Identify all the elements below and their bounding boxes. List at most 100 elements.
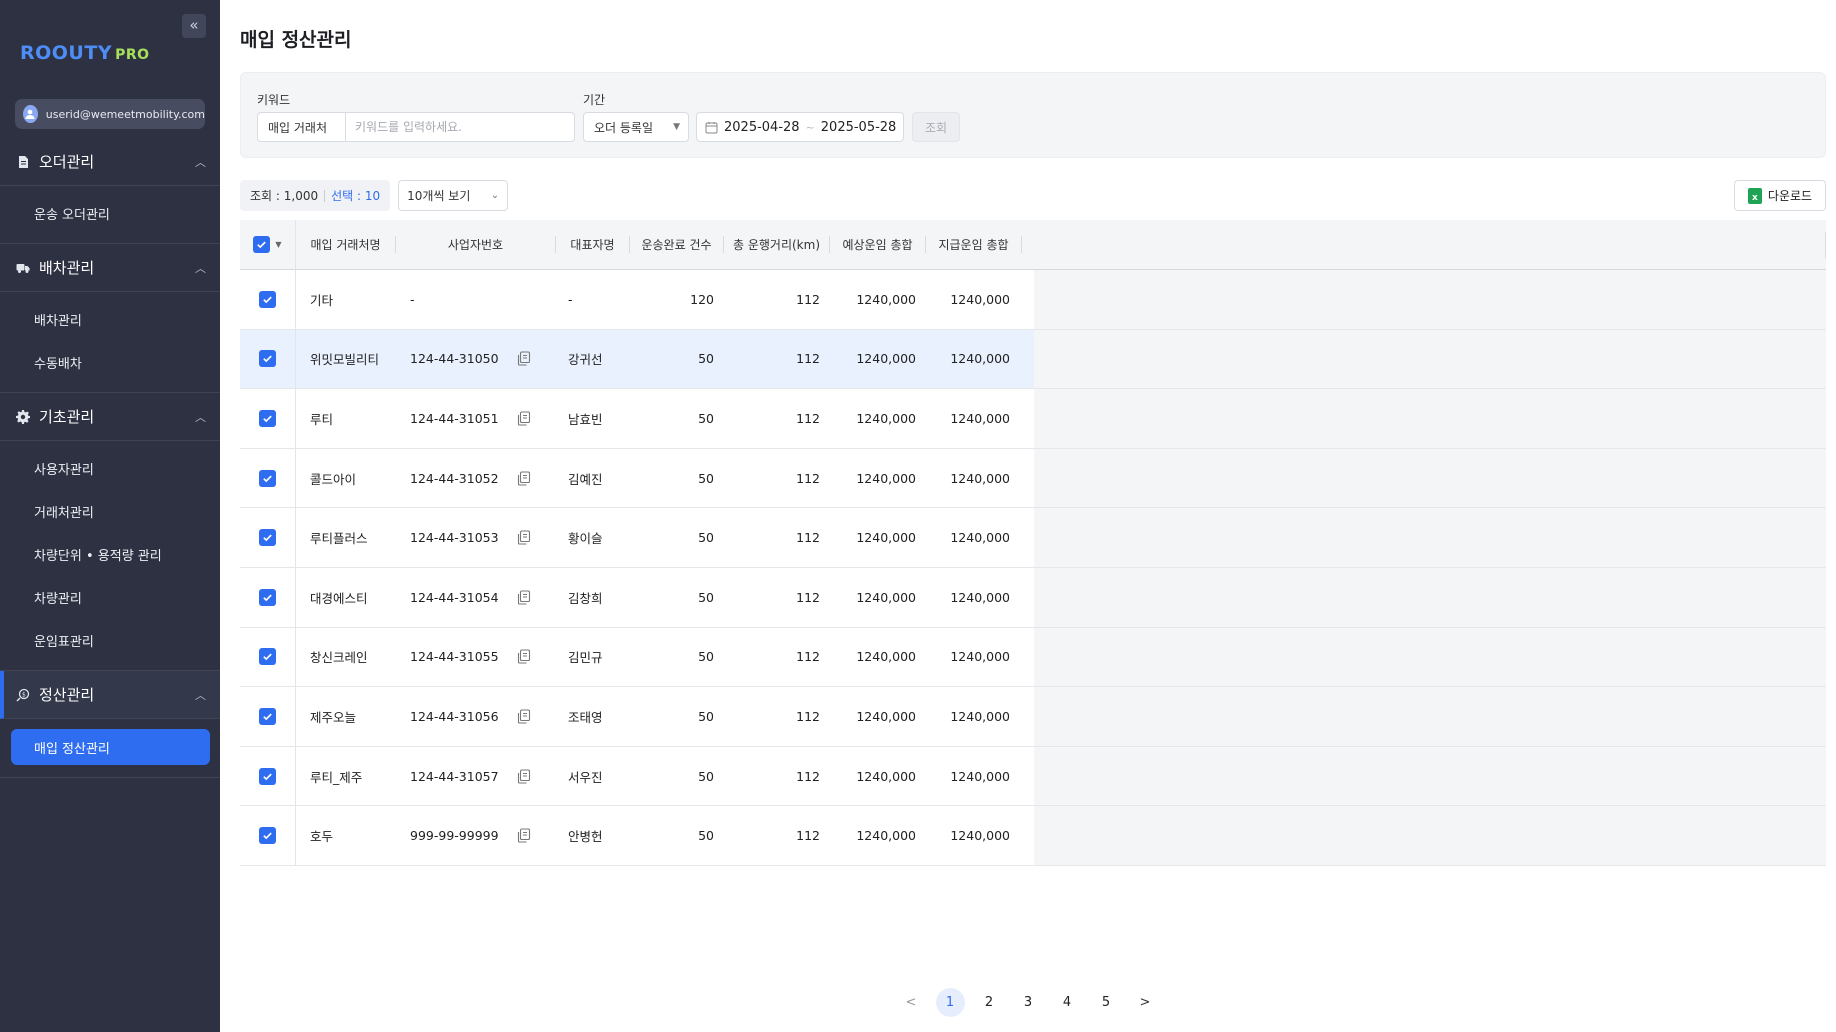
cell-name: 창신크레인 [310,650,368,666]
cell-paid-fare: 1240,000 [950,649,1010,665]
table-row[interactable]: 대경에스티 124-44-31054 김창희 50 112 1240,000 1240,00… [240,567,1826,628]
keyword-input[interactable] [346,113,574,141]
nav-section-header[interactable]: 오더관리 ︿ [0,138,220,186]
collapse-sidebar-icon[interactable]: « [182,14,206,38]
cell-expected-fare: 1240,000 [856,291,916,307]
copy-icon[interactable] [517,471,531,486]
page-size-select[interactable]: 10개씩 보기 ⌄ [398,180,509,211]
row-checkbox[interactable] [259,290,276,308]
table-row[interactable]: 루티플러스 124-44-31053 황이슬 50 112 1240,000 1240,00… [240,508,1826,568]
table-row[interactable]: 제주오늘 124-44-31056 조태영 50 112 1240,000 1240,000 [240,687,1826,747]
nav-section: 배차관리 ︿ 배차관리 수동배차 [0,244,220,393]
logo[interactable]: ROOUTY PRO [20,42,150,64]
col-header-completed[interactable]: 운송완료 건수 [630,236,724,253]
chevron-up-icon[interactable]: ︿ [195,687,206,703]
cell-completed: 50 [698,589,714,605]
sidebar-item[interactable]: 매입 정산관리 [11,729,210,765]
nav-section-header[interactable]: 기초관리 ︿ [0,393,220,441]
row-checkbox-cell[interactable] [240,687,296,746]
sidebar-item[interactable]: 수동배차 [0,341,220,384]
row-checkbox-cell[interactable] [240,627,296,687]
nav-section-label: 오더관리 [39,153,95,171]
download-button[interactable]: x 다운로드 [1734,180,1826,211]
search-button[interactable]: 조회 [912,112,960,142]
row-checkbox[interactable] [259,648,276,666]
date-range-picker[interactable]: 2025-04-28 ~ 2025-05-28 [696,112,904,142]
header-checkbox-cell[interactable]: ▼ [240,220,296,269]
biz-number-text: 124-44-31056 [410,708,499,724]
table-row[interactable]: 위밋모빌리티 124-44-31050 강귀선 50 112 1240,000 1240,0… [240,329,1826,390]
sidebar-item[interactable]: 운송 오더관리 [0,192,220,235]
select-all-checkbox[interactable] [253,236,271,253]
row-checkbox-cell[interactable] [240,270,296,329]
sidebar-item[interactable]: 사용자관리 [0,447,220,490]
nav-section-header[interactable]: $ 정산관리 ︿ [0,671,220,719]
row-checkbox-cell[interactable] [240,389,296,448]
col-header-ceo[interactable]: 대표자명 [556,236,630,253]
row-checkbox-cell[interactable] [240,567,296,627]
sidebar-item[interactable]: 차량관리 [0,576,220,619]
table-empty-area [1034,329,1826,389]
copy-icon[interactable] [517,590,531,605]
col-header-paid-fare[interactable]: 지급운임 총합 [926,236,1022,253]
chevron-up-icon[interactable]: ︿ [195,154,206,170]
row-checkbox-cell[interactable] [240,329,296,389]
copy-icon[interactable] [517,411,531,426]
chevron-up-icon[interactable]: ︿ [195,409,206,425]
page-number[interactable]: 2 [975,988,1004,1017]
col-header-name[interactable]: 매입 거래처명 [296,236,396,253]
row-checkbox-cell[interactable] [240,746,296,806]
svg-text:$: $ [22,691,26,698]
next-page-icon[interactable]: > [1131,988,1160,1017]
chevron-up-icon[interactable]: ︿ [195,260,206,276]
cell-distance: 112 [796,768,820,784]
period-type-select[interactable]: 오더 등록일 ▼ [583,112,689,142]
caret-down-icon[interactable]: ▼ [275,240,281,249]
row-checkbox[interactable] [259,767,276,785]
row-checkbox[interactable] [259,588,276,606]
row-checkbox-cell[interactable] [240,806,296,865]
row-checkbox[interactable] [259,827,276,845]
table-empty-area [1034,508,1826,567]
copy-icon[interactable] [517,768,531,784]
user-account-pill[interactable]: userid@wemeetmobility.com [15,99,205,129]
row-checkbox[interactable] [259,409,276,427]
cell-distance: 112 [796,708,820,724]
table-row[interactable]: 호두 999-99-99999 안병헌 50 112 1240,000 1240,000 [240,806,1826,866]
row-checkbox[interactable] [259,707,276,725]
col-header-distance[interactable]: 총 운행거리(km) [724,236,830,253]
sidebar-item[interactable]: 운임표관리 [0,619,220,662]
copy-icon[interactable] [517,649,531,664]
col-header-biz-number[interactable]: 사업자번호 [396,236,556,253]
cell-distance: 112 [796,828,820,844]
copy-icon[interactable] [517,828,531,843]
page-number[interactable]: 4 [1053,988,1082,1017]
copy-icon[interactable] [517,709,531,724]
row-checkbox-cell[interactable] [240,448,296,508]
table-row[interactable]: 루티_제주 124-44-31057 서우진 50 112 1240,000 1240,00… [240,746,1826,807]
col-header-expected-fare[interactable]: 예상운임 총합 [830,236,926,253]
sidebar-item[interactable]: 차량단위 • 용적량 관리 [0,533,220,576]
prev-page-icon[interactable]: < [897,988,926,1017]
cell-expected-fare: 1240,000 [856,470,916,486]
nav-section-header[interactable]: 배차관리 ︿ [0,244,220,292]
copy-icon[interactable] [517,351,531,366]
table-empty-area [1034,448,1826,508]
keyword-type-select[interactable]: 매입 거래처 [258,113,346,141]
page-number[interactable]: 1 [935,987,965,1017]
sidebar-item[interactable]: 거래처관리 [0,490,220,533]
row-checkbox[interactable] [259,469,276,487]
row-checkbox[interactable] [259,529,276,547]
table-row[interactable]: 루티 124-44-31051 남효빈 50 112 1240,000 1240,000 [240,389,1826,449]
table-row[interactable]: 기타 - - 120 112 1240,000 1240,000 [240,270,1826,330]
row-checkbox-cell[interactable] [240,508,296,567]
table-row[interactable]: 창신크레인 124-44-31055 김민규 50 112 1240,000 1240,00… [240,627,1826,688]
table-row[interactable]: 콜드아이 124-44-31052 김예진 50 112 1240,000 1240,000 [240,448,1826,509]
page-number[interactable]: 5 [1092,988,1121,1017]
sidebar-item[interactable]: 배차관리 [0,298,220,341]
table-empty-area [1034,746,1826,806]
copy-icon[interactable] [517,530,531,545]
page-number[interactable]: 3 [1014,988,1043,1017]
row-checkbox[interactable] [259,350,276,368]
biz-number-text: 999-99-99999 [410,828,499,844]
